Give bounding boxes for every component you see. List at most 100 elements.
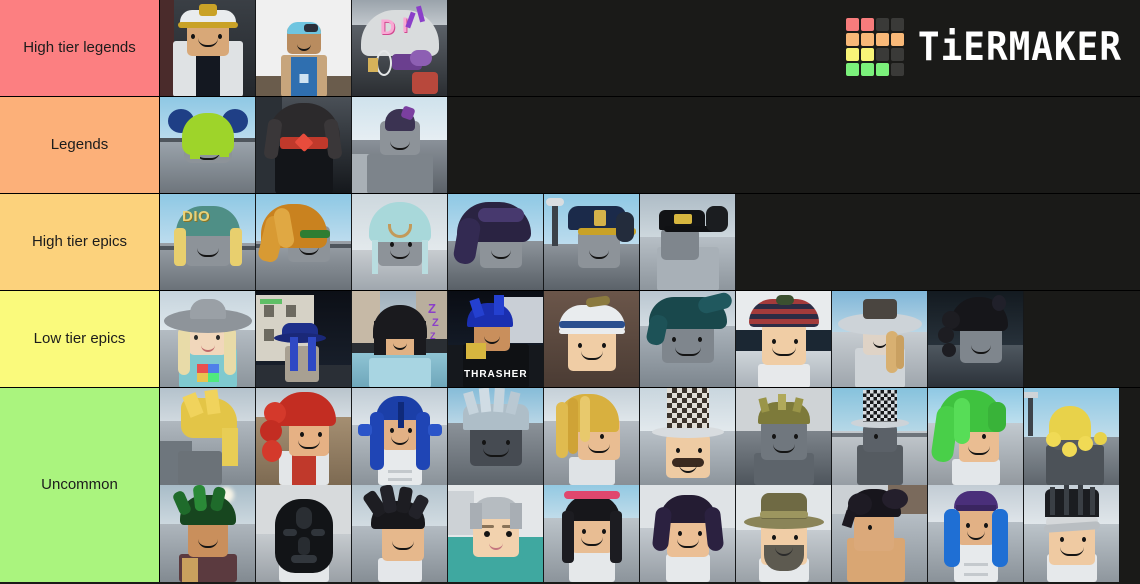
tier-item-blond-swept-hair-avatar[interactable] [544,388,640,485]
avatar-thumbnail-long-blue-hair-avatar [352,388,447,485]
avatar-thumbnail-black-curly-hair-avatar [928,291,1023,387]
avatar-thumbnail-blond-swept-hair-avatar [544,388,639,485]
avatar-thumbnail-white-captain-hat-jojo-avatar [160,0,255,96]
tier-item-blue-hat-blue-hair-night-avatar[interactable] [256,291,352,387]
tier-item-checkered-top-hat-mustache-avatar[interactable] [640,388,736,485]
tier-item-dark-purple-swept-hair-avatar[interactable] [448,194,544,290]
avatar-thumbnail-black-fan-hat-white-wrap-avatar [1024,485,1119,582]
avatar-thumbnail-navy-military-cap-avatar [544,194,639,290]
tier-item-teal-swept-hair-avatar[interactable] [640,291,736,387]
avatar-thumbnail-dark-purple-swept-hair-avatar [448,194,543,290]
avatar-thumbnail-green-long-hair-avatar [928,388,1023,485]
logo-grid-cell-8 [845,48,859,61]
avatar-thumbnail-black-hat-gold-buckle-avatar [640,194,735,290]
avatar-thumbnail-olive-cowboy-hat-beard-avatar [736,485,831,582]
avatar-thumbnail-dark-purple-bob-hair-avatar [640,485,735,582]
logo-grid-cell-1 [860,18,874,31]
tier-item-light-blue-hood-avatar[interactable] [352,194,448,290]
tier-item-blue-spiky-hair-thrasher-avatar[interactable]: THRASHER [448,291,544,387]
avatar-thumbnail-green-leaf-hair-avatar [160,485,255,582]
avatar-thumbnail-dio-green-cap-blond-hair-avatar: DIO [160,194,255,290]
tier-label-high-tier-epics[interactable]: High tier epics [0,194,160,290]
logo-grid-cell-5 [860,33,874,46]
tier-item-olive-cowboy-hat-beard-avatar[interactable] [736,485,832,582]
tier-label-legends[interactable]: Legends [0,97,160,193]
tier-item-white-sailor-hat-cigarette-avatar[interactable] [544,291,640,387]
tier-item-blue-long-hair-purple-cap-avatar[interactable] [928,485,1024,582]
logo-grid-cell-15 [890,63,904,76]
avatar-thumbnail-black-spiked-hair-red-heart-avatar [256,97,351,193]
avatar-thumbnail-black-bob-hair-purple-zs-avatar: Z Z Z [352,291,447,387]
tier-item-black-fan-hat-white-wrap-avatar[interactable] [1024,485,1120,582]
tier-item-dio-white-hat-pink-letters-avatar[interactable]: D I [352,0,448,96]
tier-item-dio-green-cap-blond-hair-avatar[interactable]: DIO [160,194,256,290]
tier-item-black-spiked-hair-red-heart-avatar[interactable] [256,97,352,193]
avatar-thumbnail-grey-slicked-hair-avatar [448,485,543,582]
avatar-thumbnail-golden-wild-hair-green-band-avatar [256,194,351,290]
avatar-thumbnail-striped-beret-avatar [736,291,831,387]
tier-item-black-bob-hair-purple-zs-avatar[interactable]: Z Z Z [352,291,448,387]
avatar-thumbnail-black-pompadour-tan-avatar [832,485,927,582]
tier-item-yellow-dangling-hair-avatar[interactable] [1024,388,1120,485]
tier-item-black-pompadour-tan-avatar[interactable] [832,485,928,582]
tier-label-uncommon[interactable]: Uncommon [0,388,160,582]
tier-item-blond-spiky-hair-avatar[interactable] [160,388,256,485]
tier-item-blue-helmet-avatar-white-bg[interactable] [256,0,352,96]
logo-grid-cell-0 [845,18,859,31]
avatar-thumbnail-blue-helmet-avatar-white-bg [256,0,351,96]
tiermaker-logo-grid-icon [845,18,904,76]
logo-grid-cell-6 [875,33,889,46]
tier-label-low-tier-epics[interactable]: Low tier epics [0,291,160,387]
avatar-thumbnail-black-stone-mask-avatar [256,485,351,582]
avatar-thumbnail-purple-crown-hat-avatar [352,97,447,193]
tier-row-high-tier-epics: High tier epics DIO [0,194,1140,291]
tier-item-long-blue-hair-avatar[interactable] [352,388,448,485]
tier-item-black-hair-pink-headband-avatar[interactable] [544,485,640,582]
tier-item-navy-military-cap-avatar[interactable] [544,194,640,290]
avatar-thumbnail-blue-spiky-hair-thrasher-avatar: THRASHER [448,291,543,387]
tier-item-green-hair-blue-buns-avatar[interactable] [160,97,256,193]
tier-row-low-tier-epics: Low tier epics Z Z Z THRASHER [0,291,1140,388]
tier-item-grey-wide-brim-hat-long-hair-avatar[interactable] [832,291,928,387]
tier-item-striped-beret-avatar[interactable] [736,291,832,387]
avatar-thumbnail-grey-wide-brim-hat-long-hair-avatar [832,291,927,387]
tier-list-container: TiERMAKER High tier legends D I Legends [0,0,1140,584]
tier-item-black-curly-hair-avatar[interactable] [928,291,1024,387]
tier-items-legends [160,97,1140,193]
avatar-thumbnail-blue-long-hair-purple-cap-avatar [928,485,1023,582]
tier-item-green-leaf-hair-avatar[interactable] [160,485,256,582]
avatar-thumbnail-green-hair-blue-buns-avatar [160,97,255,193]
tier-item-black-spiky-hair-avatar[interactable] [352,485,448,582]
tier-item-olive-crown-hair-avatar[interactable] [736,388,832,485]
tiermaker-wordmark: TiERMAKER [917,24,1122,70]
tier-item-green-long-hair-avatar[interactable] [928,388,1024,485]
avatar-thumbnail-silver-spiked-hair-avatar [448,388,543,485]
tier-item-purple-crown-hat-avatar[interactable] [352,97,448,193]
tier-item-blonde-wide-hat-rainbow-shirt-avatar[interactable] [160,291,256,387]
tier-rows: High tier legends D I Legends [0,0,1140,582]
tier-item-golden-wild-hair-green-band-avatar[interactable] [256,194,352,290]
tier-item-grey-slicked-hair-avatar[interactable] [448,485,544,582]
avatar-thumbnail-blond-spiky-hair-avatar [160,388,255,485]
avatar-thumbnail-checkered-top-hat-mustache-avatar [640,388,735,485]
avatar-thumbnail-black-checkered-tall-hat-avatar [832,388,927,485]
tier-item-black-hat-gold-buckle-avatar[interactable] [640,194,736,290]
avatar-thumbnail-black-hair-pink-headband-avatar [544,485,639,582]
tier-item-silver-spiked-hair-avatar[interactable] [448,388,544,485]
tier-item-black-stone-mask-avatar[interactable] [256,485,352,582]
tier-label-high-tier-legends[interactable]: High tier legends [0,0,160,96]
logo-grid-cell-9 [860,48,874,61]
avatar-thumbnail-olive-crown-hair-avatar [736,388,831,485]
logo-grid-cell-4 [845,33,859,46]
avatar-thumbnail-blonde-wide-hat-rainbow-shirt-avatar [160,291,255,387]
logo-grid-cell-12 [845,63,859,76]
logo-grid-cell-2 [875,18,889,31]
tier-item-black-checkered-tall-hat-avatar[interactable] [832,388,928,485]
tier-row-legends: Legends [0,97,1140,194]
tier-item-white-captain-hat-jojo-avatar[interactable] [160,0,256,96]
tier-item-dark-purple-bob-hair-avatar[interactable] [640,485,736,582]
tier-row-uncommon: Uncommon [0,388,1140,582]
tier-items-uncommon [160,388,1140,582]
tiermaker-logo: TiERMAKER [845,18,1122,76]
tier-item-red-braided-hair-avatar[interactable] [256,388,352,485]
